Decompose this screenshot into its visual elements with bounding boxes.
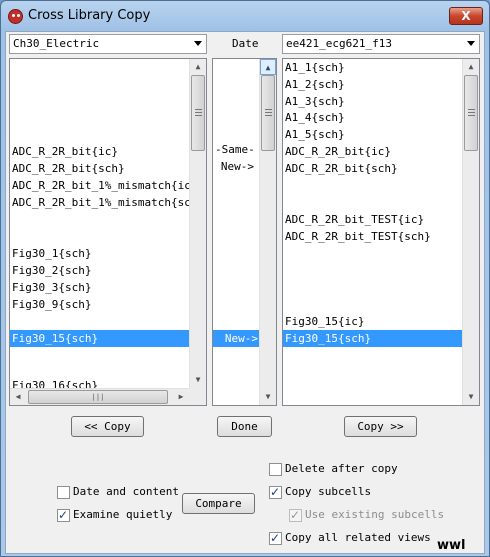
list-item[interactable]: ADC_R_2R_bit_TEST{ic} xyxy=(283,211,424,228)
left-vertical-scrollbar[interactable]: ▲ ▼ xyxy=(189,59,206,388)
copy-subcells-option[interactable]: Copy subcells xyxy=(269,484,371,500)
scroll-thumb[interactable] xyxy=(464,75,478,151)
date-label: Date xyxy=(232,37,259,50)
scroll-thumb[interactable] xyxy=(261,75,275,151)
copy-subcells-label: Copy subcells xyxy=(285,485,372,498)
left-library-value: Ch30_Electric xyxy=(13,37,100,50)
app-icon xyxy=(8,9,23,24)
scroll-up-icon[interactable]: ▲ xyxy=(190,59,206,75)
copy-all-related-views-option[interactable]: Copy all related views xyxy=(269,530,431,546)
comparison-same: -Same- xyxy=(215,143,255,156)
list-item-selected[interactable]: Fig30_15{sch} xyxy=(283,330,463,347)
list-item[interactable]: ADC_R_2R_bit_1%_mismatch{sch} xyxy=(10,194,204,211)
list-item[interactable]: A1_4{sch} xyxy=(283,109,345,126)
list-item[interactable]: ADC_R_2R_bit_1%_mismatch{ic} xyxy=(10,177,197,194)
list-item[interactable]: A1_3{sch} xyxy=(283,93,345,110)
list-item[interactable]: Fig30_9{sch} xyxy=(10,296,91,313)
copy-subcells-checkbox[interactable] xyxy=(269,485,282,500)
window-title: Cross Library Copy xyxy=(28,8,151,23)
list-item[interactable]: A1_2{sch} xyxy=(283,76,345,93)
copy-left-button[interactable]: << Copy xyxy=(71,416,144,437)
list-item[interactable]: ADC_R_2R_bit_TEST{sch} xyxy=(283,228,431,245)
watermark-text: wwl xyxy=(437,538,466,553)
list-item[interactable]: ADC_R_2R_bit{ic} xyxy=(10,143,118,160)
dialog-body: Ch30_Electric Date ee421_ecg621_f13 ADC_… xyxy=(5,31,485,554)
scroll-corner xyxy=(189,388,206,405)
right-vertical-scrollbar[interactable]: ▲ ▼ xyxy=(462,59,479,405)
list-item[interactable]: Fig30_2{sch} xyxy=(10,262,91,279)
comparison-new-selected[interactable]: New-> xyxy=(213,330,260,347)
list-item[interactable]: Fig30_15{ic} xyxy=(283,313,364,330)
copy-all-related-views-label: Copy all related views xyxy=(285,531,431,544)
middle-vertical-scrollbar[interactable]: ▲ ▼ xyxy=(259,59,276,405)
copy-right-button[interactable]: Copy >> xyxy=(344,416,417,437)
right-library-select[interactable]: ee421_ecg621_f13 xyxy=(282,34,480,54)
list-item[interactable]: A1_1{sch} xyxy=(283,59,345,76)
use-existing-subcells-checkbox xyxy=(289,508,302,523)
use-existing-subcells-option: Use existing subcells xyxy=(289,507,444,523)
use-existing-subcells-label: Use existing subcells xyxy=(305,508,445,521)
scroll-down-icon[interactable]: ▼ xyxy=(190,372,206,388)
list-item[interactable]: Fig30_3{sch} xyxy=(10,279,91,296)
copy-all-related-views-checkbox[interactable] xyxy=(269,531,282,546)
right-library-value: ee421_ecg621_f13 xyxy=(286,37,392,50)
title-bar[interactable]: Cross Library Copy X xyxy=(1,1,489,31)
chevron-down-icon xyxy=(467,41,475,46)
examine-quietly-option[interactable]: Examine quietly xyxy=(57,507,172,523)
left-horizontal-scrollbar[interactable]: ◀ ||| ▶ xyxy=(10,388,189,405)
compare-button[interactable]: Compare xyxy=(182,493,255,514)
list-item[interactable]: A1_5{sch} xyxy=(283,126,345,143)
scroll-down-icon[interactable]: ▼ xyxy=(260,389,276,405)
done-button[interactable]: Done xyxy=(217,416,272,437)
list-item[interactable]: Fig30_1{sch} xyxy=(10,245,91,262)
comparison-new: New-> xyxy=(220,160,254,173)
list-item-selected[interactable]: Fig30_15{sch} xyxy=(10,330,189,347)
date-and-content-option[interactable]: Date and content xyxy=(57,484,179,500)
scroll-up-icon[interactable]: ▲ xyxy=(463,59,479,75)
list-item[interactable]: ADC_R_2R_bit{sch} xyxy=(10,160,125,177)
scroll-thumb[interactable]: ||| xyxy=(28,390,168,404)
list-item[interactable]: ADC_R_2R_bit{ic} xyxy=(283,143,391,160)
date-and-content-checkbox[interactable] xyxy=(57,485,70,499)
delete-after-copy-option[interactable]: Delete after copy xyxy=(269,461,398,477)
left-library-select[interactable]: Ch30_Electric xyxy=(9,34,207,54)
date-and-content-label: Date and content xyxy=(73,485,179,498)
scroll-up-icon[interactable]: ▲ xyxy=(260,59,276,75)
scroll-left-icon[interactable]: ◀ xyxy=(10,389,26,405)
list-item[interactable]: ADC_R_2R_bit{sch} xyxy=(283,160,398,177)
delete-after-copy-label: Delete after copy xyxy=(285,462,398,475)
scroll-right-icon[interactable]: ▶ xyxy=(173,389,189,405)
cross-library-copy-window: Cross Library Copy X Ch30_Electric Date … xyxy=(0,0,490,557)
comparison-list[interactable]: -Same- New-> New-> ▲ ▼ xyxy=(212,58,277,406)
left-cell-list[interactable]: ADC_R_2R_bit{ic} ADC_R_2R_bit{sch} ADC_R… xyxy=(9,58,207,406)
scroll-down-icon[interactable]: ▼ xyxy=(463,389,479,405)
examine-quietly-label: Examine quietly xyxy=(73,508,173,521)
scroll-thumb[interactable] xyxy=(191,75,205,151)
examine-quietly-checkbox[interactable] xyxy=(57,508,70,523)
chevron-down-icon xyxy=(194,41,202,46)
close-button[interactable]: X xyxy=(449,7,483,25)
delete-after-copy-checkbox[interactable] xyxy=(269,462,282,476)
right-cell-list[interactable]: A1_1{sch} A1_2{sch} A1_3{sch} A1_4{sch} … xyxy=(282,58,480,406)
